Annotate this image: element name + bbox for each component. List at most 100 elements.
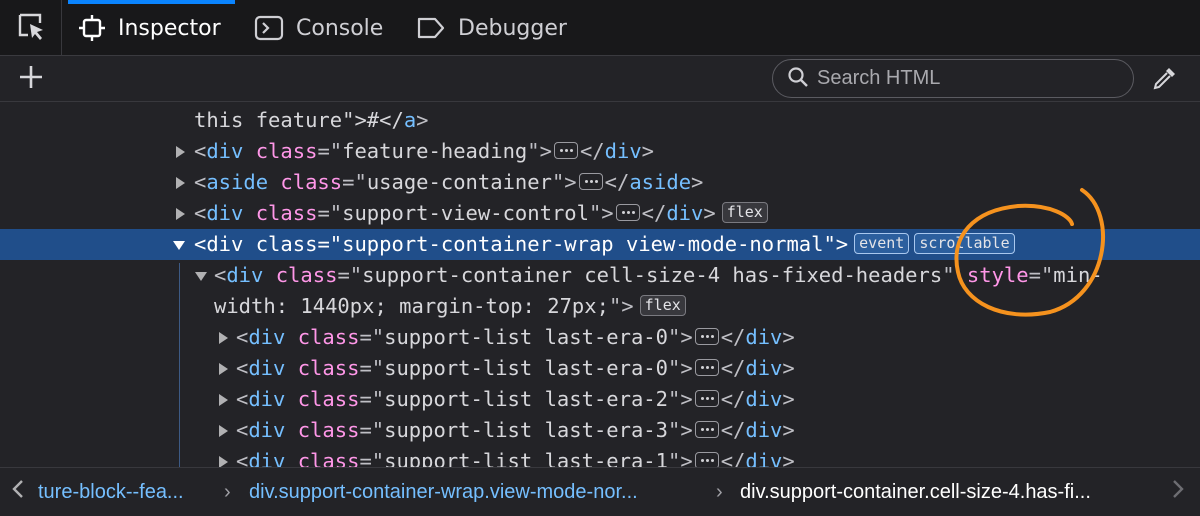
- markup-attr-value: min-: [1053, 263, 1103, 287]
- markup-node-support-container-cont[interactable]: width: 1440px; margin-top: 27px;"> flex: [0, 291, 1200, 322]
- expand-triangle-icon[interactable]: [219, 456, 228, 467]
- markup-attr-value: width: 1440px; margin-top: 27px;: [214, 294, 609, 318]
- event-badge[interactable]: event: [854, 232, 910, 254]
- expand-triangle-icon[interactable]: [219, 394, 228, 406]
- tab-debugger-label: Debugger: [458, 15, 567, 41]
- markup-tag-name: div: [248, 356, 286, 380]
- expand-triangle-icon[interactable]: [219, 363, 228, 375]
- breadcrumb: ture-block--fea... › div.support-contain…: [0, 467, 1200, 516]
- breadcrumb-separator: ›: [716, 481, 723, 503]
- markup-node-support-list[interactable]: <div class="support-list last-era-3"> </d…: [0, 415, 1200, 446]
- markup-attr-value: support-list last-era-1: [384, 449, 668, 467]
- markup-line[interactable]: this feature">#</a>: [0, 105, 1200, 136]
- markup-attr-value: support-list last-era-0: [384, 325, 668, 349]
- markup-attr-name: class: [275, 263, 338, 287]
- markup-tag-name: div: [745, 418, 783, 442]
- collapsed-content-button[interactable]: [694, 390, 719, 407]
- markup-node-usage-container[interactable]: <aside class="usage-container"> </aside>: [0, 167, 1200, 198]
- markup-tag-name: div: [745, 387, 783, 411]
- markup-attr-value: support-list last-era-3: [384, 418, 668, 442]
- markup-attr-value: support-container-wrap view-mode-normal: [342, 232, 824, 256]
- add-node-button[interactable]: [14, 64, 48, 94]
- expand-triangle-icon[interactable]: [219, 425, 228, 437]
- markup-attr-value: support-list last-era-2: [384, 387, 668, 411]
- markup-node-support-list[interactable]: <div class="support-list last-era-0"> </d…: [0, 353, 1200, 384]
- search-icon: [787, 66, 809, 92]
- markup-text: this feature">#</: [194, 108, 404, 132]
- markup-attr-name: class: [255, 232, 318, 256]
- markup-node-support-list[interactable]: <div class="support-list last-era-2"> </d…: [0, 384, 1200, 415]
- eyedropper-button[interactable]: [1148, 64, 1182, 96]
- markup-attr-name: style: [966, 263, 1029, 287]
- breadcrumb-item-current[interactable]: div.support-container.cell-size-4.has-fi…: [740, 468, 1091, 516]
- chevron-right-icon: [1170, 478, 1186, 506]
- markup-tag-name: div: [248, 387, 286, 411]
- expand-triangle-icon[interactable]: [219, 332, 228, 344]
- markup-attr-value: feature-heading: [342, 139, 528, 163]
- markup-attr-name: class: [255, 201, 318, 225]
- collapse-triangle-icon[interactable]: [195, 272, 207, 281]
- search-html-field[interactable]: [772, 59, 1134, 98]
- markup-tag-name: div: [248, 449, 286, 467]
- collapsed-content-button[interactable]: [694, 328, 719, 345]
- collapsed-content-button[interactable]: [553, 142, 578, 159]
- collapsed-content-button[interactable]: [615, 204, 640, 221]
- collapsed-content-button[interactable]: [694, 452, 719, 467]
- markup-tag-name: div: [206, 139, 244, 163]
- markup-view[interactable]: this feature">#</a> <div class="feature-…: [0, 103, 1200, 467]
- markup-node-support-list[interactable]: <div class="support-list last-era-1"> </d…: [0, 446, 1200, 467]
- breadcrumb-item[interactable]: div.support-container-wrap.view-mode-nor…: [249, 468, 638, 516]
- markup-tag-name: div: [666, 201, 704, 225]
- tab-debugger[interactable]: Debugger: [416, 0, 567, 56]
- markup-node-support-list[interactable]: <div class="support-list last-era-0"> </d…: [0, 322, 1200, 353]
- markup-attr-name: class: [297, 325, 360, 349]
- markup-tag-name: a: [403, 108, 417, 132]
- markup-node-support-container-wrap[interactable]: <div class="support-container-wrap view-…: [0, 229, 1200, 260]
- expand-triangle-icon[interactable]: [176, 208, 185, 220]
- scrollable-badge[interactable]: scrollable: [914, 232, 1015, 254]
- markup-attr-name: class: [280, 170, 343, 194]
- markup-tag-name: div: [248, 418, 286, 442]
- markup-attr-name: class: [297, 449, 360, 467]
- markup-attr-value: support-list last-era-0: [384, 356, 668, 380]
- markup-tag-name: div: [248, 325, 286, 349]
- tab-console-label: Console: [296, 15, 384, 41]
- markup-node-support-view-control[interactable]: <div class="support-view-control"> </div>…: [0, 198, 1200, 229]
- markup-attr-name: class: [297, 356, 360, 380]
- flex-badge[interactable]: flex: [721, 201, 768, 223]
- markup-punct: >: [416, 108, 429, 132]
- markup-attr-value: support-container cell-size-4 has-fixed-…: [362, 263, 943, 287]
- markup-tag-name: div: [206, 201, 244, 225]
- markup-node-feature-heading[interactable]: <div class="feature-heading"> </div>: [0, 136, 1200, 167]
- debugger-icon: [416, 16, 446, 40]
- markup-tag-name: div: [206, 232, 244, 256]
- devtools-toolbar: Inspector Console Debugger: [0, 0, 1200, 56]
- tab-inspector[interactable]: Inspector: [68, 0, 235, 56]
- breadcrumb-separator: ›: [224, 481, 231, 503]
- collapsed-content-button[interactable]: [694, 421, 719, 438]
- tab-console[interactable]: Console: [254, 0, 383, 56]
- element-picker-button[interactable]: [0, 0, 62, 56]
- markup-attr-value: support-view-control: [342, 201, 589, 225]
- markup-tag-name: div: [745, 325, 783, 349]
- inspector-icon: [78, 14, 106, 42]
- eyedropper-icon: [1151, 64, 1179, 96]
- flex-badge[interactable]: flex: [639, 294, 686, 316]
- markup-attr-name: class: [297, 387, 360, 411]
- breadcrumb-scroll-right-button[interactable]: [1160, 468, 1196, 516]
- breadcrumb-item[interactable]: ture-block--fea...: [38, 468, 184, 516]
- collapsed-content-button[interactable]: [694, 359, 719, 376]
- expand-triangle-icon[interactable]: [176, 177, 185, 189]
- expand-triangle-icon[interactable]: [176, 146, 185, 158]
- markup-tag-name: div: [745, 449, 783, 467]
- collapse-triangle-icon[interactable]: [173, 241, 185, 250]
- search-html-input[interactable]: [817, 67, 1117, 90]
- collapsed-content-button[interactable]: [578, 173, 603, 190]
- breadcrumb-scroll-left-button[interactable]: [0, 468, 36, 516]
- markup-tag-name: div: [226, 263, 264, 287]
- add-node-icon: [18, 64, 44, 94]
- markup-node-support-container[interactable]: <div class="support-container cell-size-…: [0, 260, 1200, 291]
- console-icon: [254, 15, 284, 41]
- chevron-left-icon: [10, 478, 26, 506]
- markup-attr-name: class: [255, 139, 318, 163]
